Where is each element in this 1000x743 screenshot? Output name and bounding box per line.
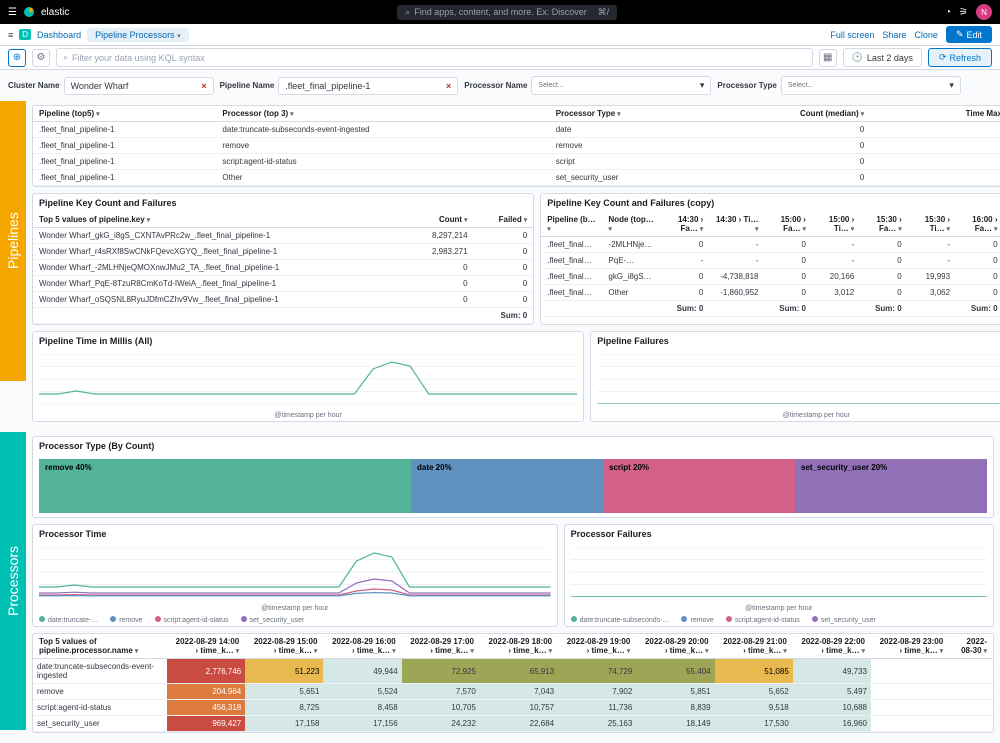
table-row[interactable]: script:agent-id-status456,3188,7258,4581… bbox=[33, 700, 993, 716]
col-time[interactable]: Time Max (millis) bbox=[870, 106, 1000, 122]
clone-link[interactable]: Clone bbox=[914, 30, 938, 40]
cluster-name-select[interactable]: Wonder Wharf× bbox=[64, 77, 214, 95]
calendar-icon[interactable]: ▦ bbox=[819, 49, 837, 67]
panel-processor-type-count: Processor Type (By Count) remove 40% dat… bbox=[32, 436, 994, 518]
clear-icon[interactable]: × bbox=[446, 81, 451, 91]
filter-options-icon[interactable]: ⚙ bbox=[32, 49, 50, 67]
panel-title: Pipeline Key Count and Failures bbox=[33, 194, 533, 212]
pipeline-name-select[interactable]: .fleet_final_pipeline-1× bbox=[278, 77, 458, 95]
heat-table: Top 5 values of pipeline.processor.name2… bbox=[33, 634, 993, 732]
fullscreen-link[interactable]: Full screen bbox=[830, 30, 874, 40]
cluster-name-label: Cluster Name bbox=[8, 81, 60, 90]
nav-toggle-icon[interactable]: ≡ bbox=[8, 30, 13, 40]
clock-icon: 🕑 bbox=[852, 52, 863, 63]
treemap-cell-security[interactable]: set_security_user 20% bbox=[795, 459, 987, 513]
table-row[interactable]: Wonder Wharf_gkG_i8gS_CXNTAvPRc2w_.fleet… bbox=[33, 228, 533, 244]
table-row[interactable]: remove204,9645,6515,5247,5707,0437,9025,… bbox=[33, 684, 993, 700]
search-icon: ⌕ bbox=[405, 7, 410, 18]
col-count[interactable]: Count (median) bbox=[711, 106, 870, 122]
table-row[interactable]: .fleet_final…PqE-…--0-0-0-0-0- bbox=[541, 253, 1000, 269]
treemap: remove 40% date 20% script 20% set_secur… bbox=[39, 459, 987, 513]
edit-button[interactable]: ✎Edit bbox=[946, 26, 992, 43]
search-placeholder: Find apps, content, and more. Ex: Discov… bbox=[414, 7, 587, 17]
keycount-table: Top 5 values of pipeline.key Count Faile… bbox=[33, 212, 533, 324]
processor-type-select[interactable]: Select...▾ bbox=[781, 76, 961, 95]
table-row[interactable]: date:truncate-subseconds-event-ingested2… bbox=[33, 659, 993, 684]
panel-pipeline-time: Pipeline Time in Millis (All) @timestamp… bbox=[32, 331, 584, 422]
table-row[interactable]: Wonder Wharf_r4sRXf8SwCNkFQevcXGYQ_.flee… bbox=[33, 244, 533, 260]
panel-heat: Top 5 values of pipeline.processor.name2… bbox=[32, 633, 994, 733]
table-row[interactable]: set_security_user969,42717,15817,15624,2… bbox=[33, 716, 993, 732]
treemap-cell-remove[interactable]: remove 40% bbox=[39, 459, 411, 513]
col-ptype[interactable]: Processor Type bbox=[550, 106, 711, 122]
table-row[interactable]: .fleet_final_pipeline-1Otherset_security… bbox=[33, 170, 1000, 186]
refresh-icon: ⟳ bbox=[939, 52, 947, 63]
refresh-button[interactable]: ⟳ Refresh bbox=[928, 48, 992, 67]
col-processor[interactable]: Processor (top 3) bbox=[216, 106, 549, 122]
panel-pipeline-failures: Pipeline Failures @timestamp per hour bbox=[590, 331, 1000, 422]
panel-top5: Pipeline (top5) Processor (top 3) Proces… bbox=[32, 105, 1000, 187]
menu-icon[interactable]: ☰ bbox=[8, 7, 17, 18]
kql-input[interactable]: ⌕ Filter your data using KQL syntax bbox=[56, 48, 813, 67]
top5-table: Pipeline (top5) Processor (top 3) Proces… bbox=[33, 106, 1000, 186]
treemap-cell-script[interactable]: script 20% bbox=[603, 459, 795, 513]
processor-type-label: Processor Type bbox=[717, 81, 776, 90]
keycount-copy-table: Pipeline (b…Node (top…14:30 › Fa…14:30 ›… bbox=[541, 212, 1000, 317]
pipeline-name-label: Pipeline Name bbox=[220, 81, 275, 90]
table-row[interactable]: .fleet_final_pipeline-1script:agent-id-s… bbox=[33, 154, 1000, 170]
treemap-cell-date[interactable]: date 20% bbox=[411, 459, 603, 513]
search-shortcut-icon: ⌘/ bbox=[598, 7, 610, 18]
controls-row: Cluster Name Wonder Wharf× Pipeline Name… bbox=[0, 70, 1000, 101]
add-filter-icon[interactable]: ⊕ bbox=[8, 49, 26, 67]
panel-processor-time: Processor Time @timestamp per hour date:… bbox=[32, 524, 558, 627]
newsfeed-icon[interactable]: ⚞ bbox=[959, 7, 968, 18]
panel-keycount-copy: Pipeline Key Count and Failures (copy) P… bbox=[540, 193, 1000, 325]
panel-title: Pipeline Key Count and Failures (copy) bbox=[541, 194, 1000, 212]
elastic-logo-icon bbox=[23, 6, 35, 18]
breadcrumb-current[interactable]: Pipeline Processors ▾ bbox=[87, 28, 189, 42]
app-icon: D bbox=[19, 29, 31, 40]
search-icon: ⌕ bbox=[63, 52, 68, 63]
breadcrumb-dashboard[interactable]: Dashboard bbox=[37, 30, 81, 40]
table-row[interactable]: .fleet_final…-2MLHNje…0-0-0-0-0-0- bbox=[541, 237, 1000, 253]
processors-tab: Processors bbox=[0, 432, 26, 730]
table-row[interactable]: .fleet_final…Other0-1,860,95203,01203,06… bbox=[541, 285, 1000, 301]
processor-name-select[interactable]: Select...▾ bbox=[531, 76, 711, 95]
table-row[interactable]: .fleet_final_pipeline-1removeremove09,62… bbox=[33, 138, 1000, 154]
user-avatar[interactable]: N bbox=[976, 4, 992, 20]
share-link[interactable]: Share bbox=[882, 30, 906, 40]
clear-icon[interactable]: × bbox=[201, 81, 206, 91]
legend: date:truncate-… remove script:agent-id-s… bbox=[33, 614, 557, 626]
topbar: ☰ elastic ⌕ Find apps, content, and more… bbox=[0, 0, 1000, 24]
table-row[interactable]: Wonder Wharf_oSQSNL8RyuJDfmCZhv9Vw_.flee… bbox=[33, 292, 533, 308]
brand-text: elastic bbox=[41, 7, 69, 18]
table-row[interactable]: .fleet_final…gkG_i8gS…0-4,738,818020,166… bbox=[541, 269, 1000, 285]
help-icon[interactable]: ◔ bbox=[945, 7, 951, 18]
table-row[interactable]: .fleet_final_pipeline-1date:truncate-sub… bbox=[33, 122, 1000, 138]
panel-keycount: Pipeline Key Count and Failures Top 5 va… bbox=[32, 193, 534, 325]
panel-processor-failures: Processor Failures @timestamp per hour d… bbox=[564, 524, 994, 627]
time-picker[interactable]: 🕑 Last 2 days bbox=[843, 48, 922, 67]
filter-bar: ⊕ ⚙ ⌕ Filter your data using KQL syntax … bbox=[0, 46, 1000, 70]
pencil-icon: ✎ bbox=[956, 29, 964, 40]
breadcrumb-bar: ≡ D Dashboard Pipeline Processors ▾ Full… bbox=[0, 24, 1000, 46]
legend: date:truncate-subseconds-… remove script… bbox=[565, 614, 993, 626]
table-row[interactable]: Wonder Wharf_PqE-8TzuR8CmKoTd-IWeiA_.fle… bbox=[33, 276, 533, 292]
table-row[interactable]: Wonder Wharf_-2MLHNjeQMOXnwJMu2_TA_.flee… bbox=[33, 260, 533, 276]
global-search[interactable]: ⌕ Find apps, content, and more. Ex: Disc… bbox=[397, 5, 617, 20]
processor-name-label: Processor Name bbox=[464, 81, 527, 90]
col-pipeline[interactable]: Pipeline (top5) bbox=[33, 106, 216, 122]
pipelines-tab: Pipelines bbox=[0, 101, 26, 381]
